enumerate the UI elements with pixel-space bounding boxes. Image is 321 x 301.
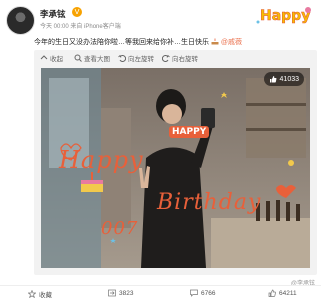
thumb-icon <box>269 76 276 83</box>
comment-icon <box>190 289 198 297</box>
like-button[interactable]: 64211 <box>268 289 297 297</box>
image-toolbar: 收起 查看大图 向左旋转 向右旋转 <box>34 50 317 66</box>
repost-icon <box>108 289 116 297</box>
star-icon <box>28 290 36 298</box>
rotate-right-icon <box>162 54 170 62</box>
mention-link[interactable]: @戚薇 <box>221 39 242 46</box>
like-icon <box>268 289 276 297</box>
rotate-right-button[interactable]: 向右旋转 <box>162 53 198 63</box>
drawn-birthday: Birthday <box>157 190 262 215</box>
view-large-button[interactable]: 查看大图 <box>74 53 110 63</box>
post-meta: 今天 00:00 来自 iPhone客户端 <box>40 24 121 30</box>
collapse-label: 收起 <box>50 56 63 63</box>
comment-count: 6766 <box>201 289 216 297</box>
view-large-label: 查看大图 <box>84 56 110 63</box>
drawn-happy: Happy <box>59 146 144 174</box>
happy-sticker: Happy <box>256 7 311 24</box>
rotate-right-label: 向右旋转 <box>172 56 198 63</box>
favorite-label: 收藏 <box>39 292 52 299</box>
verified-badge: V <box>72 7 82 17</box>
caption-text: 今年的生日又没办法陪你啦…等我回来给你补…生日快乐 <box>34 39 209 46</box>
repost-count: 3823 <box>119 289 134 297</box>
post-photo[interactable]: Happy Birthday 007 HAPPY 41033 <box>41 68 310 268</box>
photo-like-count: 41033 <box>279 75 299 83</box>
photo-like-badge[interactable]: 41033 <box>263 72 304 86</box>
repost-button[interactable]: 3823 <box>108 289 133 297</box>
collapse-button[interactable]: 收起 <box>40 53 63 63</box>
cake-emoji-icon <box>211 38 219 45</box>
rotate-left-button[interactable]: 向左旋转 <box>118 53 154 63</box>
image-panel: 收起 查看大图 向左旋转 向右旋转 Happy Birthday 007 HAP… <box>34 50 317 275</box>
rotate-left-label: 向左旋转 <box>128 56 154 63</box>
collapse-icon <box>40 55 48 60</box>
favorite-button[interactable]: 收藏 <box>28 289 52 299</box>
drawn-number: 007 <box>101 218 139 239</box>
happy-sticker-label: HAPPY <box>169 126 210 138</box>
like-count: 64211 <box>279 289 297 297</box>
rotate-left-icon <box>118 54 126 62</box>
comment-button[interactable]: 6766 <box>190 289 215 297</box>
author-name[interactable]: 李承铉 <box>40 8 66 20</box>
avatar[interactable] <box>6 6 35 35</box>
action-bar: 收藏 3823 6766 64211 <box>0 285 321 301</box>
svg-text:Happy: Happy <box>260 8 310 24</box>
magnify-icon <box>74 54 82 62</box>
post-header: 李承铉 V 今天 00:00 来自 iPhone客户端 Happy <box>6 6 316 35</box>
post-caption: 今年的生日又没办法陪你啦…等我回来给你补…生日快乐 @戚薇 <box>34 37 314 47</box>
